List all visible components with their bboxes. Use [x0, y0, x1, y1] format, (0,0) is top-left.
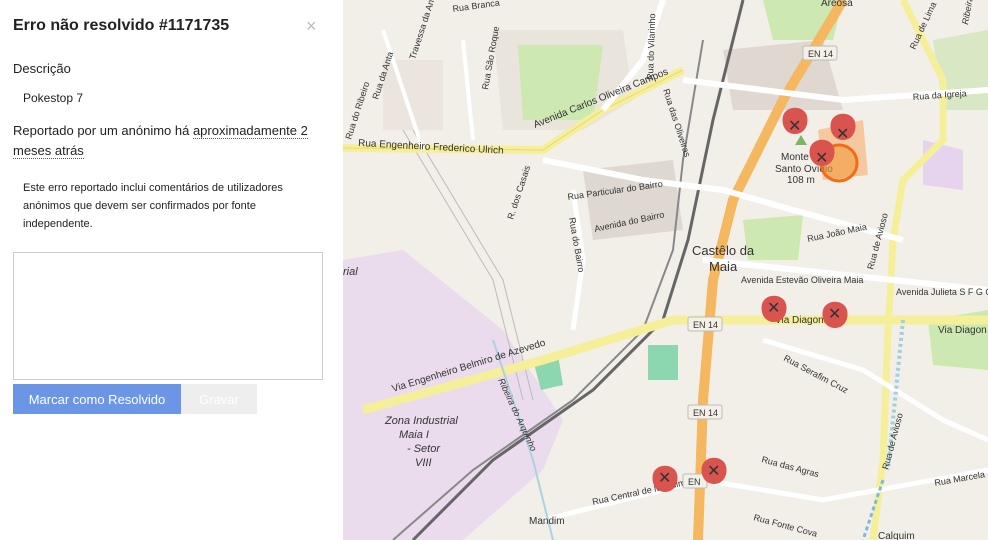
label-zona1: Zona Industrial — [384, 415, 458, 427]
label-av-julieta: Avenida Julieta S F G Guim — [896, 287, 988, 297]
label-ribeira-top: Ribeira — [960, 0, 975, 25]
close-icon: ✕ — [707, 463, 720, 480]
map-canvas[interactable]: Areosa EN 14 Rua da Igreja Avenida Carlo… — [343, 0, 988, 540]
label-rua-do-bairro: Rua do Bairro — [567, 217, 586, 273]
peak-icon — [795, 135, 807, 145]
label-rua-avioso-2: Rua de Avioso — [865, 212, 890, 271]
label-rua-frederico: Rua Engenheiro Frederico Ulrich — [358, 138, 504, 157]
close-icon: ✕ — [836, 126, 849, 143]
panel-title: Erro não resolvido #1171735 — [13, 17, 230, 34]
label-en14-top-text: EN 14 — [808, 49, 833, 59]
label-av-estevao: Avenida Estevão Oliveira Maia — [741, 275, 863, 285]
error-marker-1[interactable]: ✕ — [782, 107, 808, 135]
label-zona4: VIII — [415, 457, 432, 469]
map-view[interactable]: Areosa EN 14 Rua da Igreja Avenida Carlo… — [343, 0, 988, 540]
label-rua-oliveiras: Rua das Oliveiras — [661, 88, 693, 159]
error-marker-6[interactable]: ✕ — [652, 465, 678, 492]
close-icon: ✕ — [658, 470, 671, 487]
label-rua-casais: R. dos Casais — [505, 164, 532, 221]
label-via-diagon-right: Via Diagon — [938, 325, 987, 336]
label-rua-ribeiro: Rua do Ribeiro — [343, 80, 371, 140]
label-rua-marcela: Rua Marcela — [934, 469, 986, 488]
label-en14-low-text: EN 14 — [693, 408, 718, 418]
label-rua-agras: Rua das Agras — [760, 454, 820, 479]
label-rua-serafim: Rua Serafim Cruz — [782, 353, 850, 396]
label-travessa-anta: Travessa da Anta — [407, 0, 438, 61]
label-zona3: - Setor — [407, 443, 441, 455]
error-marker-5[interactable]: ✕ — [822, 301, 848, 328]
error-marker-7[interactable]: ✕ — [701, 457, 727, 484]
label-industrial: rial — [343, 266, 358, 278]
label-en-low-text: EN — [688, 477, 701, 487]
label-calquim: Calquim — [878, 531, 915, 540]
road-sao-roque — [461, 39, 475, 141]
close-icon[interactable]: × — [306, 17, 317, 35]
label-rua-branca: Rua Branca — [452, 0, 500, 14]
save-button[interactable]: Gravar — [181, 384, 257, 414]
label-mandim: Mandim — [529, 516, 565, 527]
label-zona2: Maia I — [399, 429, 429, 441]
anonymous-note: Este erro reportado inclui comentários d… — [23, 182, 283, 230]
label-height: 108 m — [787, 175, 815, 186]
label-en14-mid-text: EN 14 — [693, 320, 718, 330]
industrial-zone-area — [343, 250, 563, 540]
zone-area — [923, 140, 963, 190]
label-en14-top: EN 14 — [802, 45, 838, 61]
error-details-panel: Erro não resolvido #1171735 × Descrição … — [0, 0, 343, 540]
error-marker-4[interactable]: ✕ — [761, 295, 787, 322]
label-en14-mid: EN 14 — [687, 316, 723, 332]
reported-info: Reportado por um anónimo há aproximadame… — [13, 121, 313, 161]
pool-area — [648, 345, 678, 380]
label-areosa: Areosa — [821, 0, 853, 9]
close-icon: ✕ — [788, 118, 801, 135]
close-icon: ✕ — [828, 306, 841, 323]
reported-prefix: Reportado por um anónimo há — [13, 123, 193, 138]
description-value: Pokestop 7 — [23, 91, 84, 105]
close-icon: ✕ — [815, 150, 828, 167]
label-maia: Maia — [709, 259, 738, 274]
comment-textarea[interactable] — [13, 252, 323, 380]
description-label: Descrição — [13, 61, 71, 76]
label-monte: Monte — [781, 152, 809, 163]
label-castelo: Castêlo da — [692, 243, 755, 258]
label-rua-fonte: Rua Fonte Cova — [752, 512, 818, 539]
close-icon: ✕ — [767, 300, 780, 317]
label-en14-low: EN 14 — [687, 404, 723, 420]
mark-resolved-button[interactable]: Marcar como Resolvido — [13, 384, 181, 414]
